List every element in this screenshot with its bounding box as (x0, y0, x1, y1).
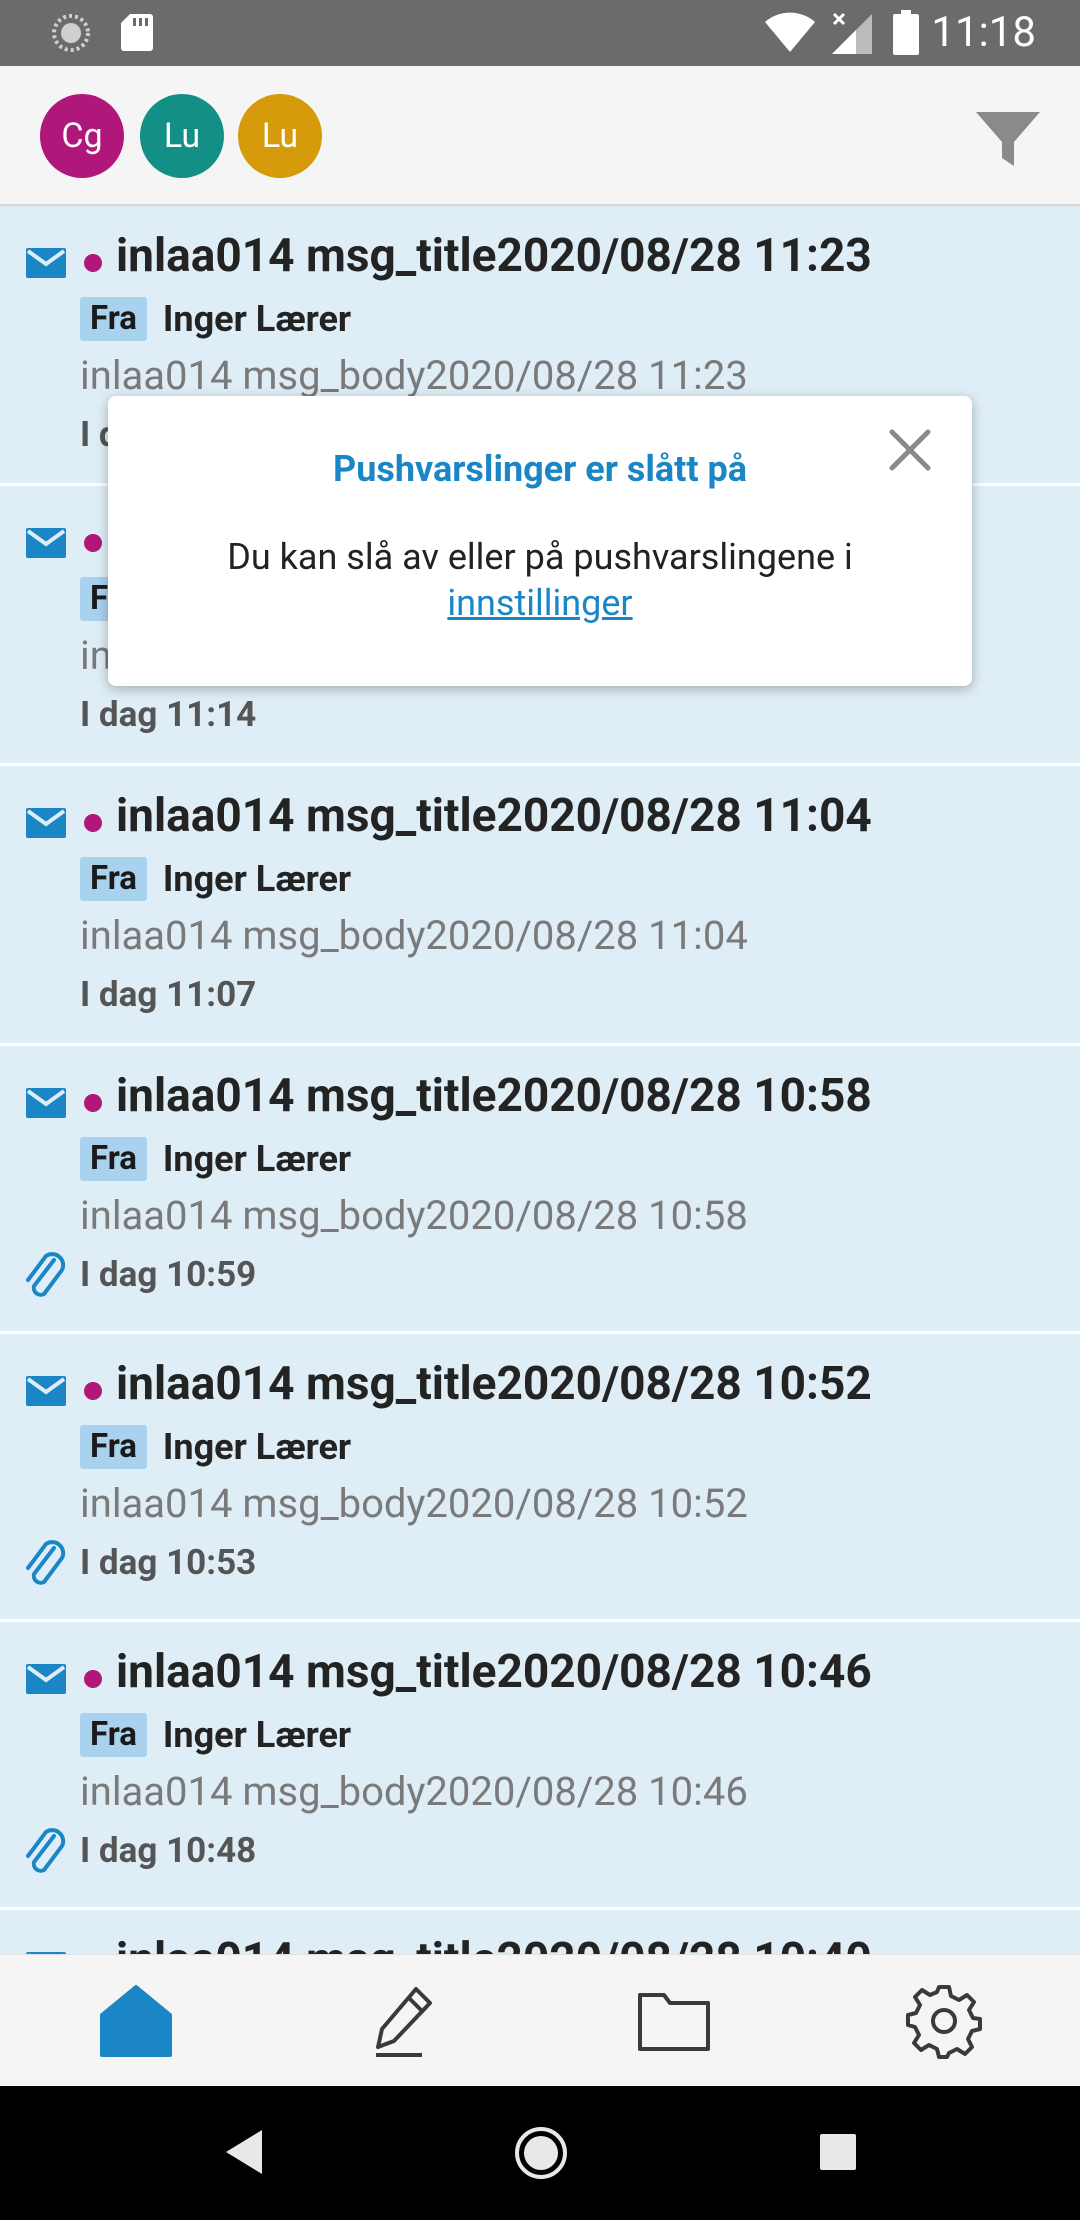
message-title: inlaa014 msg_title2020/08/28 11:23 (116, 229, 872, 283)
signal-icon (832, 12, 872, 54)
avatar[interactable]: Lu (238, 94, 322, 178)
system-navigation-bar (0, 2086, 1080, 2220)
filter-icon[interactable] (972, 102, 1044, 174)
settings-link[interactable]: innstillinger (447, 582, 632, 624)
fra-badge: Fra (80, 1713, 147, 1757)
message-date: I dag 10:48 (80, 1830, 257, 1871)
list-item[interactable]: inlaa014 msg_title2020/08/28 10:40 (0, 1910, 1080, 1954)
envelope-icon (26, 808, 66, 838)
sender-name: Inger Lærer (162, 298, 352, 340)
screen: 11:18 Cg Lu Lu inlaa014 msg_title2020/08… (0, 0, 1080, 2220)
list-item[interactable]: inlaa014 msg_title2020/08/28 10:52 Fra I… (0, 1334, 1080, 1622)
message-title: inlaa014 msg_title2020/08/28 10:46 (116, 1645, 872, 1699)
wifi-icon (765, 12, 815, 52)
fra-badge: Fra (80, 297, 147, 341)
home-icon[interactable] (98, 1983, 174, 2059)
avatar[interactable]: Lu (140, 94, 224, 178)
recents-icon[interactable] (818, 2132, 858, 2172)
message-title: inlaa014 msg_title2020/08/28 11:04 (116, 789, 872, 843)
message-date: I dag 10:59 (80, 1254, 257, 1295)
status-bar: 11:18 (0, 0, 1080, 66)
status-time: 11:18 (931, 8, 1036, 57)
paperclip-icon (26, 1540, 66, 1585)
envelope-icon (26, 1088, 66, 1118)
envelope-icon (26, 248, 66, 278)
sender-row: Fra Inger Lærer (80, 1712, 351, 1758)
unread-dot (84, 534, 102, 552)
pencil-icon[interactable] (366, 1983, 442, 2059)
sender-name: Inger Lærer (162, 858, 352, 900)
message-preview: inlaa014 msg_body2020/08/28 11:04 (80, 912, 748, 959)
dialog-text: Du kan slå av eller på pushvarslingene i… (108, 534, 972, 626)
message-date: I dag 10:53 (80, 1542, 257, 1583)
unread-dot (84, 1670, 102, 1688)
battery-icon (893, 10, 919, 55)
paperclip-icon (26, 1252, 66, 1297)
message-title: inlaa014 msg_title2020/08/28 10:40 (116, 1930, 872, 1954)
paperclip-icon (26, 1828, 66, 1873)
envelope-icon (26, 1664, 66, 1694)
message-date: I dag 11:07 (80, 974, 257, 1015)
fra-badge: Fra (80, 1425, 147, 1469)
message-preview: inlaa014 msg_body2020/08/28 10:46 (80, 1768, 748, 1815)
unread-dot (84, 814, 102, 832)
message-date: I dag 11:14 (80, 694, 257, 735)
sd-card-icon (121, 14, 153, 51)
sender-row: Fra Inger Lærer (80, 1424, 351, 1470)
gear-icon[interactable] (906, 1983, 982, 2059)
envelope-icon (26, 1376, 66, 1406)
list-item[interactable]: inlaa014 msg_title2020/08/28 10:46 Fra I… (0, 1622, 1080, 1910)
back-icon[interactable] (222, 2126, 266, 2178)
message-preview: inlaa014 msg_body2020/08/28 11:23 (80, 352, 748, 399)
sender-row: Fra Inger Lærer (80, 856, 351, 902)
unread-dot (84, 254, 102, 272)
fra-badge: Fra (80, 1137, 147, 1181)
app-bar: Cg Lu Lu (0, 66, 1080, 206)
message-title: inlaa014 msg_title2020/08/28 10:52 (116, 1357, 872, 1411)
dialog-title: Pushvarslinger er slått på (333, 448, 747, 490)
sender-name: Inger Lærer (162, 1138, 352, 1180)
message-preview: inlaa014 msg_body2020/08/28 10:58 (80, 1192, 748, 1239)
avatar[interactable]: Cg (40, 94, 124, 178)
sync-icon (52, 14, 90, 52)
unread-dot (84, 1094, 102, 1112)
list-item[interactable]: inlaa014 msg_title2020/08/28 10:58 Fra I… (0, 1046, 1080, 1334)
push-notification-dialog: Pushvarslinger er slått på Du kan slå av… (108, 396, 972, 686)
envelope-icon (26, 528, 66, 558)
sender-row: Fra Inger Lærer (80, 1136, 351, 1182)
sender-name: Inger Lærer (162, 1714, 352, 1756)
fra-badge: Fra (80, 857, 147, 901)
message-title: inlaa014 msg_title2020/08/28 10:58 (116, 1069, 872, 1123)
dialog-message: Du kan slå av eller på pushvarslingene i (227, 536, 853, 578)
message-preview: inlaa014 msg_body2020/08/28 10:52 (80, 1480, 748, 1527)
list-item[interactable]: inlaa014 msg_title2020/08/28 11:04 Fra I… (0, 766, 1080, 1046)
unread-dot (84, 1382, 102, 1400)
home-circle-icon[interactable] (514, 2126, 568, 2180)
folder-icon[interactable] (636, 1983, 712, 2059)
bottom-navigation (0, 1954, 1080, 2086)
sender-name: Inger Lærer (162, 1426, 352, 1468)
sender-row: Fra Inger Lærer (80, 296, 351, 342)
